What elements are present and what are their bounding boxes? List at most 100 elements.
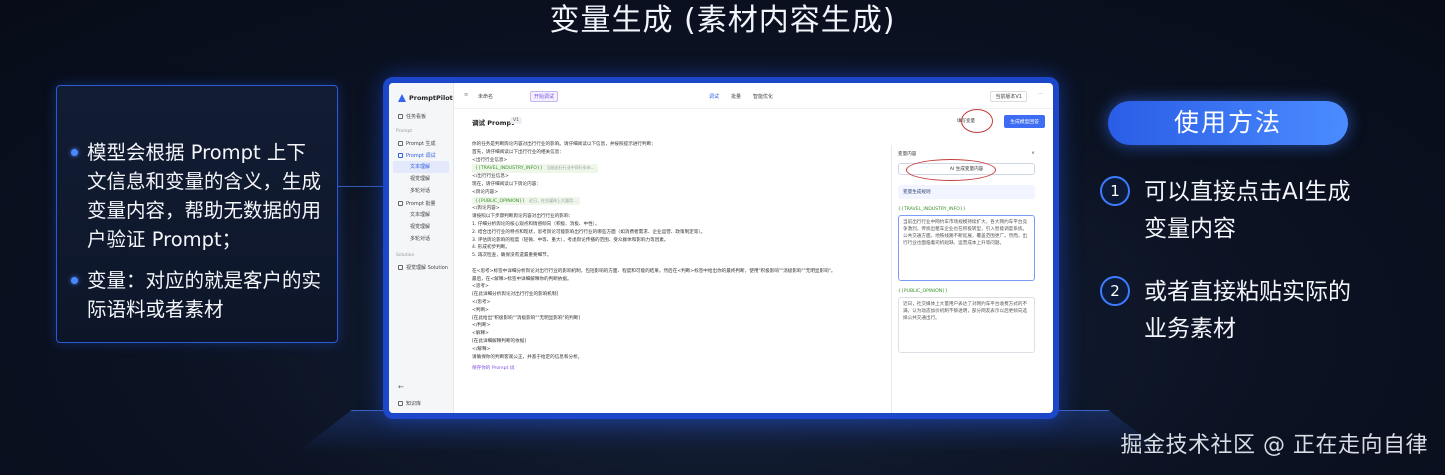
variable-chip[interactable]: {{TRAVEL_INDUSTRY_INFO}} 当前出行行业中同行车市... [472,164,598,174]
prompt-line: [在此详细解释判断的依据] [472,338,527,344]
explanation-panel: 模型会根据 Prompt 上下文信息和变量的含义，生成变量内容，帮助无数据的用户… [56,85,338,343]
mode-tabs: 调试 批量 智能优化 [709,93,773,100]
connector-line [338,186,384,187]
magic-icon [398,140,403,146]
sidebar-item-prompt-generate[interactable]: Prompt 生成 [389,137,453,149]
prompt-line [472,260,884,268]
sidebar-sub-vision[interactable]: 视觉理解 [389,173,453,185]
generate-answer-button[interactable]: 生成模型回答 [1004,115,1045,128]
batch-icon [398,200,403,206]
debug-icon [398,152,403,158]
prompt-line: 请确保你的判断客观公正，并基于给定的信息和分析。 [472,354,583,360]
app-sidebar: PromptPilot 任务看板 Prompt Prompt 生成 Prompt… [389,83,454,413]
sidebar-item-vision-solution[interactable]: 视觉理解 Solution [389,261,453,273]
app-topbar: ≡ 未命名 开始调试 调试 批量 智能优化 当前版本V1 ··· [454,83,1053,109]
prompt-editor[interactable]: 你的任务是判断舆论内容对出行行业的影响。请仔细阅读以下信息，并按照提示进行判断：… [472,141,884,373]
variable-content-input[interactable]: 近日，社交媒体上大量用户表达了对网约车平台收费方式的不满，认为动态加价机制不够透… [898,297,1035,353]
prompt-line: 5. 再次检查，确保没有遗漏重要细节。 [472,253,552,259]
app-screenshot-frame: PromptPilot 任务看板 Prompt Prompt 生成 Prompt… [383,77,1059,419]
prompt-line: 请按照以下步骤判断舆论内容对出行行业的影响： [472,214,574,220]
solution-icon [398,264,403,270]
explanation-bullet-1: 模型会根据 Prompt 上下文信息和变量的含义，生成变量内容，帮助无数据的用户… [71,138,323,254]
prompt-line: 现在，请仔细阅读以下舆论内容： [472,181,541,187]
variable-name: {{TRAVEL_INDUSTRY_INFO}} [898,207,966,212]
prompt-line: </舆论内容> [472,206,500,212]
sidebar-sub-multiturn[interactable]: 多轮对话 [389,185,453,197]
prompt-line: 1. 仔细分析舆论的核心观点和情感倾向（积极、消极、中性）。 [472,221,600,227]
project-name[interactable]: 未命名 [478,93,493,100]
step-number: 1 [1100,176,1130,206]
sidebar-item-prompt-debug[interactable]: Prompt 调试 [389,149,453,161]
explanation-text-1: 模型会根据 Prompt 上下文信息和变量的含义，生成变量内容，帮助无数据的用户… [87,141,322,251]
variable-chip-preview: 当前出行行业中同行车市... [546,165,595,171]
variable-chip-preview: 近日，在交媒体上大量用... [528,197,577,203]
debug-header: 调试 Prompt V1 填写变量 生成模型回答 [454,109,1053,133]
variable-chip-name: {{PUBLIC_OPINION}} [475,198,525,204]
more-icon[interactable]: ··· [1038,91,1043,97]
step-text: 变量内容 [1144,216,1236,242]
tab-batch[interactable]: 批量 [731,93,741,100]
sidebar-item-task-board[interactable]: 任务看板 [389,110,453,122]
tab-debug[interactable]: 调试 [709,93,719,100]
variable-panel: 变量内容 × AI 生成变量内容 变量生成规则 {{TRAVEL_INDUSTR… [891,145,1041,413]
step-number: 2 [1100,276,1130,306]
bullet-dot-icon [71,277,78,284]
variable-panel-title: 变量内容 [898,152,917,157]
sidebar-sub-batch-vision[interactable]: 视觉理解 [389,221,453,233]
prompt-line: </思考> [472,299,491,305]
highlight-circle [961,109,993,133]
prompt-line: 2. 结合出行行业的特点和现状，思考舆论可能影响出行行业的哪些方面（如消费者需求… [472,229,706,235]
variable-name: {{PUBLIC_OPINION}} [898,289,948,294]
variable-content-input[interactable]: 当前出行行业中网约车市场规模持续扩大，各大网约车平台竞争激烈。传统出租车企业也在… [898,215,1035,281]
collapse-arrow-icon[interactable]: ← [398,383,404,391]
variable-chip-name: {{TRAVEL_INDUSTRY_INFO}} [475,166,543,172]
menu-icon[interactable]: ≡ [464,92,468,98]
highlight-circle [906,159,996,181]
sidebar-sub-batch-multiturn[interactable]: 多轮对话 [389,233,453,245]
sidebar-section-prompt: Prompt [396,129,413,134]
prompt-line: [在此详细分析舆论对出行行业的影响机制] [472,292,559,298]
prompt-line: <解释> [472,331,489,337]
tab-optimize[interactable]: 智能优化 [753,93,773,100]
slide-title: 变量生成 (素材内容生成) [549,3,896,38]
explanation-bullet-2: 变量：对应的就是客户的实际语料或者素材 [71,266,323,324]
prompt-line: </出行行业信息> [472,174,509,180]
step-text: 可以直接点击AI生成 [1144,179,1351,205]
watermark: 掘金技术社区 @ 正在走向自律 [1120,433,1428,458]
sidebar-sub-text[interactable]: 文本理解 [393,161,449,173]
version-select[interactable]: 当前版本V1 [990,91,1027,102]
variable-chip[interactable]: {{PUBLIC_OPINION}} 近日，在交媒体上大量用... [472,196,580,206]
prompt-line: <判断> [472,307,489,313]
prompt-line: 4. 形成初步判断。 [472,245,511,251]
prompt-line: {{PUBLIC_OPINION}} 近日，在交媒体上大量用... [472,196,884,206]
promptpilot-logo-icon [398,94,406,102]
save-prompt-link[interactable]: 保存你的 Prompt 试 [472,365,884,373]
prompt-line: <舆论内容> [472,189,499,195]
sidebar-item-prompt-batch[interactable]: Prompt 批量 [389,197,453,209]
prompt-line: </解释> [472,346,491,352]
prompt-line: </判断> [472,323,491,329]
debug-status-tag[interactable]: 开始调试 [530,91,559,102]
prompt-line: 最后，在<解释>标签中详细解释你的判断依据。 [472,276,572,282]
prompt-line: 你的任务是判断舆论内容对出行行业的影响。请仔细阅读以下信息，并按照提示进行判断： [472,142,656,147]
close-icon[interactable]: × [1031,151,1035,157]
prompt-line: <出行行业信息> [472,157,508,163]
sidebar-sub-batch-text[interactable]: 文本理解 [389,209,453,221]
step-text: 或者直接粘贴实际的 [1144,279,1351,305]
app-logo[interactable]: PromptPilot [389,83,453,102]
prompt-line: <思考> [472,284,489,290]
page-title: 调试 Prompt [472,119,515,127]
variable-rule-toggle[interactable]: 变量生成规则 [898,185,1035,199]
prompt-line: {{TRAVEL_INDUSTRY_INFO}} 当前出行行业中同行车市... [472,164,884,174]
bullet-dot-icon [71,149,78,156]
explanation-text-2: 变量：对应的就是客户的实际语料或者素材 [87,269,322,321]
version-badge: V1 [510,117,522,124]
book-icon [398,400,403,406]
prompt-line: 3. 评估舆论影响的程度（轻微、中等、重大），考虑舆论传播的范围、受众群体和影响… [472,237,669,243]
prompt-line: 首先，请仔细阅读以下出行行业的相关信息： [472,149,564,155]
sidebar-section-solution: Solution [396,253,415,258]
step-text: 业务素材 [1144,316,1236,342]
sidebar-item-knowledge[interactable]: 知识库 [389,397,421,409]
usage-title: 使用方法 [1108,101,1348,145]
prompt-line: 在<思考>标签中详细分析舆论对出行行业的影响机制，包括影响的方面、程度和可能的结… [472,268,836,274]
